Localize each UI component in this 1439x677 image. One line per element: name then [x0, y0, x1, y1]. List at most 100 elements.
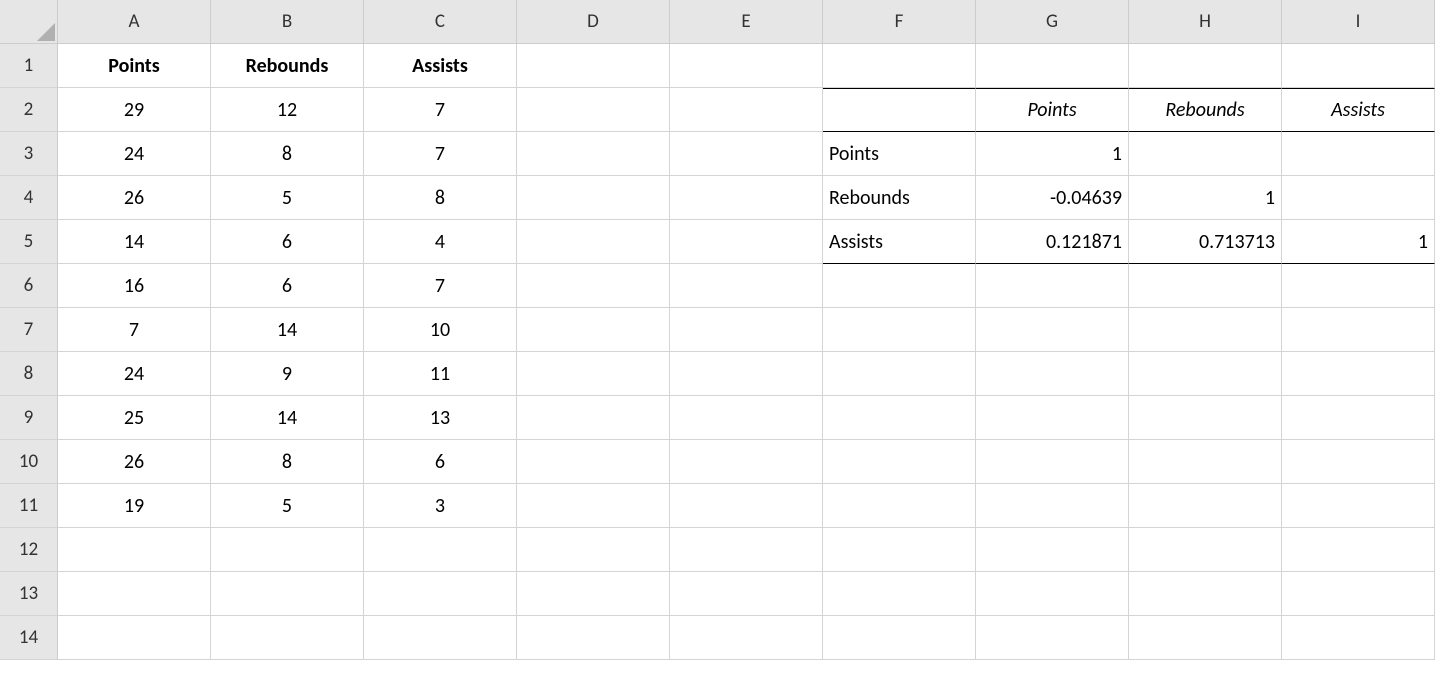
cell-C13[interactable]: [364, 572, 517, 616]
cell-A5[interactable]: 14: [58, 220, 211, 264]
row-header-3[interactable]: 3: [0, 132, 58, 176]
cell-B3[interactable]: 8: [211, 132, 364, 176]
cell-B13[interactable]: [211, 572, 364, 616]
cell-I13[interactable]: [1282, 572, 1435, 616]
cell-C9[interactable]: 13: [364, 396, 517, 440]
cell-F9[interactable]: [823, 396, 976, 440]
cell-E3[interactable]: [670, 132, 823, 176]
cell-C7[interactable]: 10: [364, 308, 517, 352]
cell-F2[interactable]: [823, 88, 976, 132]
row-header-9[interactable]: 9: [0, 396, 58, 440]
row-header-5[interactable]: 5: [0, 220, 58, 264]
cell-G3[interactable]: 1: [976, 132, 1129, 176]
row-header-7[interactable]: 7: [0, 308, 58, 352]
cell-H6[interactable]: [1129, 264, 1282, 308]
cell-A12[interactable]: [58, 528, 211, 572]
cell-D1[interactable]: [517, 44, 670, 88]
row-header-1[interactable]: 1: [0, 44, 58, 88]
cell-H12[interactable]: [1129, 528, 1282, 572]
cell-A9[interactable]: 25: [58, 396, 211, 440]
row-header-2[interactable]: 2: [0, 88, 58, 132]
cell-H9[interactable]: [1129, 396, 1282, 440]
cell-C2[interactable]: 7: [364, 88, 517, 132]
row-header-10[interactable]: 10: [0, 440, 58, 484]
cell-D14[interactable]: [517, 616, 670, 660]
cell-B12[interactable]: [211, 528, 364, 572]
row-header-4[interactable]: 4: [0, 176, 58, 220]
cell-G1[interactable]: [976, 44, 1129, 88]
cell-I9[interactable]: [1282, 396, 1435, 440]
col-header-I[interactable]: I: [1282, 0, 1435, 44]
cell-D7[interactable]: [517, 308, 670, 352]
cell-B7[interactable]: 14: [211, 308, 364, 352]
cell-H10[interactable]: [1129, 440, 1282, 484]
col-header-F[interactable]: F: [823, 0, 976, 44]
cell-G6[interactable]: [976, 264, 1129, 308]
cell-E5[interactable]: [670, 220, 823, 264]
cell-C12[interactable]: [364, 528, 517, 572]
cell-E10[interactable]: [670, 440, 823, 484]
cell-B9[interactable]: 14: [211, 396, 364, 440]
cell-H1[interactable]: [1129, 44, 1282, 88]
row-header-8[interactable]: 8: [0, 352, 58, 396]
cell-B1[interactable]: Rebounds: [211, 44, 364, 88]
cell-D5[interactable]: [517, 220, 670, 264]
cell-D4[interactable]: [517, 176, 670, 220]
cell-D10[interactable]: [517, 440, 670, 484]
cell-B10[interactable]: 8: [211, 440, 364, 484]
cell-A3[interactable]: 24: [58, 132, 211, 176]
row-header-12[interactable]: 12: [0, 528, 58, 572]
cell-A7[interactable]: 7: [58, 308, 211, 352]
cell-E6[interactable]: [670, 264, 823, 308]
cell-A10[interactable]: 26: [58, 440, 211, 484]
cell-I14[interactable]: [1282, 616, 1435, 660]
cell-F8[interactable]: [823, 352, 976, 396]
cell-C14[interactable]: [364, 616, 517, 660]
cell-C4[interactable]: 8: [364, 176, 517, 220]
cell-E14[interactable]: [670, 616, 823, 660]
cell-B14[interactable]: [211, 616, 364, 660]
cell-F10[interactable]: [823, 440, 976, 484]
cell-E4[interactable]: [670, 176, 823, 220]
cell-D8[interactable]: [517, 352, 670, 396]
col-header-B[interactable]: B: [211, 0, 364, 44]
cell-C5[interactable]: 4: [364, 220, 517, 264]
row-header-14[interactable]: 14: [0, 616, 58, 660]
cell-H14[interactable]: [1129, 616, 1282, 660]
cell-H7[interactable]: [1129, 308, 1282, 352]
cell-I5[interactable]: 1: [1282, 220, 1435, 264]
row-header-11[interactable]: 11: [0, 484, 58, 528]
col-header-G[interactable]: G: [976, 0, 1129, 44]
cell-E7[interactable]: [670, 308, 823, 352]
cell-G14[interactable]: [976, 616, 1129, 660]
cell-C8[interactable]: 11: [364, 352, 517, 396]
cell-E11[interactable]: [670, 484, 823, 528]
cell-G9[interactable]: [976, 396, 1129, 440]
cell-F3[interactable]: Points: [823, 132, 976, 176]
cell-G8[interactable]: [976, 352, 1129, 396]
cell-I3[interactable]: [1282, 132, 1435, 176]
cell-I11[interactable]: [1282, 484, 1435, 528]
cell-I12[interactable]: [1282, 528, 1435, 572]
cell-I2[interactable]: Assists: [1282, 88, 1435, 132]
cell-H2[interactable]: Rebounds: [1129, 88, 1282, 132]
cell-I6[interactable]: [1282, 264, 1435, 308]
cell-F14[interactable]: [823, 616, 976, 660]
cell-A2[interactable]: 29: [58, 88, 211, 132]
cell-F6[interactable]: [823, 264, 976, 308]
cell-G4[interactable]: -0.04639: [976, 176, 1129, 220]
cell-I8[interactable]: [1282, 352, 1435, 396]
col-header-A[interactable]: A: [58, 0, 211, 44]
cell-A8[interactable]: 24: [58, 352, 211, 396]
select-all-corner[interactable]: [0, 0, 58, 44]
cell-I4[interactable]: [1282, 176, 1435, 220]
cell-H8[interactable]: [1129, 352, 1282, 396]
col-header-D[interactable]: D: [517, 0, 670, 44]
cell-G7[interactable]: [976, 308, 1129, 352]
cell-G11[interactable]: [976, 484, 1129, 528]
col-header-E[interactable]: E: [670, 0, 823, 44]
cell-G12[interactable]: [976, 528, 1129, 572]
cell-A4[interactable]: 26: [58, 176, 211, 220]
cell-D6[interactable]: [517, 264, 670, 308]
cell-E12[interactable]: [670, 528, 823, 572]
